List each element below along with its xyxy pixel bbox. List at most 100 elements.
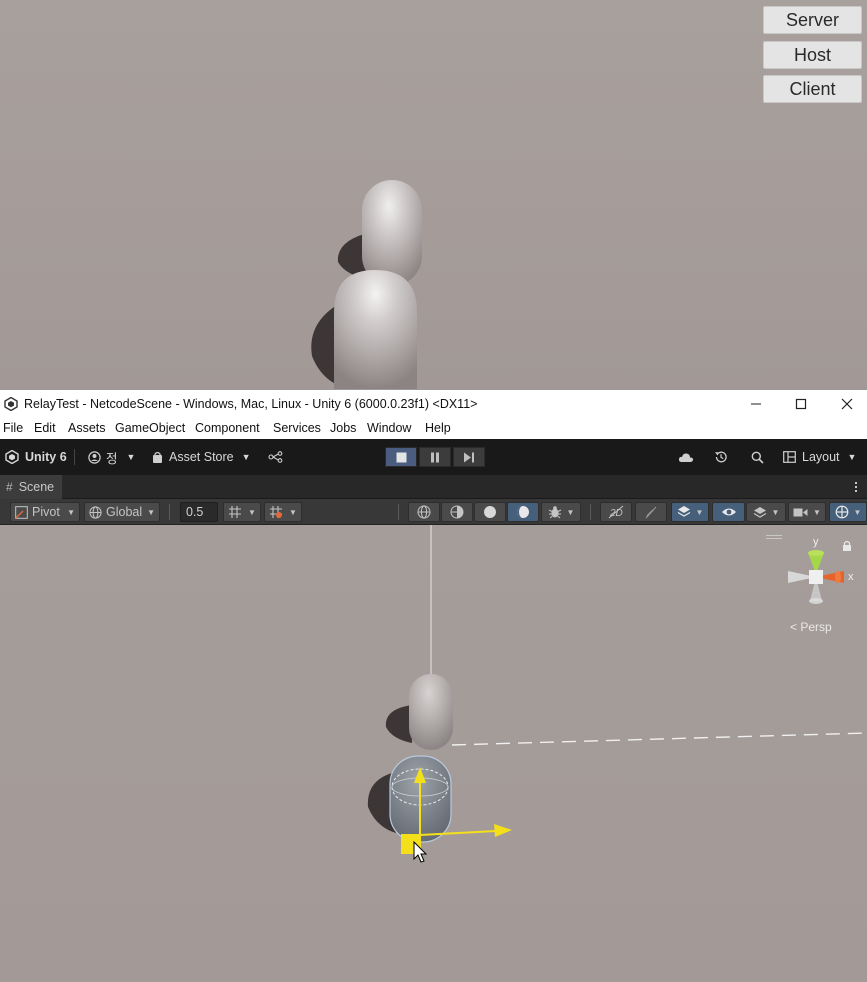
projection-toggle[interactable]: < Persp	[790, 620, 832, 634]
shaded-wire-sphere-icon	[450, 505, 464, 519]
history-button[interactable]	[714, 439, 728, 475]
hash-grid-icon: #	[6, 480, 13, 494]
unity-home-button[interactable]: Unity 6	[5, 439, 67, 475]
menu-assets[interactable]: Assets	[68, 421, 106, 435]
layout-icon	[783, 451, 796, 463]
chevron-down-icon: ▼	[813, 507, 821, 517]
tab-scene-label: Scene	[18, 480, 55, 494]
svg-text:2D: 2D	[609, 508, 623, 519]
layers-dropdown[interactable]: ▼	[746, 502, 786, 522]
effects-dropdown[interactable]: ▼	[671, 502, 709, 522]
persp-icon: <	[790, 620, 798, 634]
menu-edit[interactable]: Edit	[34, 421, 56, 435]
lit-sphere-icon	[517, 506, 529, 518]
chevron-down-icon: ▼	[67, 507, 75, 517]
scene-visibility-toggle[interactable]	[712, 502, 745, 522]
shaded-wireframe-button[interactable]	[441, 502, 473, 522]
gizmo-drag-handle	[766, 538, 782, 539]
gizmos-dropdown[interactable]: ▼	[829, 502, 867, 522]
shaded-button[interactable]	[507, 502, 539, 522]
gizmo-y-cap	[808, 550, 824, 556]
step-button[interactable]	[453, 447, 485, 467]
menu-gameobject[interactable]: GameObject	[115, 421, 185, 435]
chevron-down-icon: ▼	[566, 507, 575, 517]
cloud-button[interactable]	[678, 439, 694, 475]
close-button[interactable]	[824, 390, 867, 418]
client-button[interactable]: Client	[763, 75, 862, 103]
maximize-icon	[795, 398, 807, 410]
chevron-down-icon: ▼	[695, 507, 704, 517]
unity-logo-icon	[4, 397, 18, 411]
chevron-down-icon: ▼	[248, 507, 256, 517]
version-control-button[interactable]	[268, 439, 283, 475]
account-dropdown[interactable]: 정 ▼	[88, 439, 135, 475]
search-icon	[751, 451, 764, 464]
asset-store-dropdown[interactable]: Asset Store ▼	[152, 439, 251, 475]
game-view[interactable]: Server Host Client	[0, 0, 867, 389]
wireframe-sphere-icon	[417, 505, 431, 519]
main-toolbar: Unity 6 정 ▼ Asset Store ▼ Layout ▼	[0, 439, 867, 475]
player-capsule	[334, 270, 417, 389]
toolbar-divider	[169, 504, 170, 520]
dashed-guide-line	[451, 732, 867, 746]
menu-jobs[interactable]: Jobs	[330, 421, 356, 435]
scene-view-render: y x	[367, 525, 867, 863]
tab-scene[interactable]: # Scene	[0, 475, 63, 499]
pivot-dropdown[interactable]: Pivot ▼	[10, 502, 80, 522]
increment-snap-toggle[interactable]: ▼	[264, 502, 302, 522]
menu-window[interactable]: Window	[367, 421, 411, 435]
lock-icon	[843, 545, 851, 551]
menu-component[interactable]: Component	[195, 421, 260, 435]
grid-snap-toggle[interactable]: ▼	[223, 502, 261, 522]
scene-tab-bar: # Scene	[0, 475, 867, 499]
gizmo-x-cap	[835, 571, 841, 583]
history-icon	[715, 451, 727, 463]
toolbar-divider	[590, 504, 591, 520]
pause-button[interactable]	[419, 447, 451, 467]
play-button[interactable]	[385, 447, 417, 467]
snap-increment-field[interactable]: 0.5	[180, 502, 218, 522]
layout-label: Layout	[802, 450, 840, 464]
more-options-icon[interactable]	[851, 479, 861, 495]
gizmo-center-cube[interactable]	[809, 570, 823, 584]
server-button[interactable]: Server	[763, 6, 862, 34]
gizmo-globe-icon	[835, 505, 848, 519]
minimize-button[interactable]	[733, 390, 779, 418]
layers-fx-icon	[677, 506, 690, 517]
chevron-down-icon: ▼	[289, 507, 297, 517]
chevron-down-icon: ▼	[147, 507, 155, 517]
menu-file[interactable]: File	[3, 421, 23, 435]
gizmo-negy-cap	[809, 598, 823, 604]
unlit-shading-button[interactable]	[474, 502, 506, 522]
capsule-shadow	[385, 705, 412, 743]
menu-help[interactable]: Help	[425, 421, 451, 435]
camera-settings-dropdown[interactable]: ▼	[788, 502, 826, 522]
account-icon	[88, 450, 101, 464]
window-titlebar[interactable]: RelayTest - NetcodeScene - Windows, Mac,…	[0, 389, 867, 418]
layout-dropdown[interactable]: Layout ▼	[783, 439, 856, 475]
scene-orientation-gizmo[interactable]: y x	[766, 535, 854, 604]
branch-icon	[268, 451, 283, 463]
cloud-icon	[678, 452, 694, 462]
lighting-toggle-button[interactable]	[635, 502, 667, 522]
scene-view[interactable]: y x < Persp	[0, 525, 867, 982]
global-label: Global	[106, 505, 143, 519]
window-title: RelayTest - NetcodeScene - Windows, Mac,…	[24, 397, 478, 411]
search-button[interactable]	[751, 439, 764, 475]
2d-toggle-button[interactable]: 2D	[600, 502, 632, 522]
pause-icon	[431, 452, 439, 462]
host-button[interactable]: Host	[763, 41, 862, 69]
step-icon	[464, 452, 474, 462]
player-capsule	[409, 674, 453, 750]
toolbar-divider	[398, 504, 399, 520]
eye-icon	[721, 508, 736, 516]
menu-services[interactable]: Services	[273, 421, 321, 435]
global-dropdown[interactable]: Global ▼	[84, 502, 160, 522]
maximize-button[interactable]	[778, 390, 824, 418]
debug-draw-mode-dropdown[interactable]: ▼	[541, 502, 581, 522]
menu-bar: File Edit Assets GameObject Component Se…	[0, 418, 867, 439]
layers-icon	[753, 507, 766, 518]
chevron-down-icon: ▼	[847, 452, 857, 462]
wireframe-shading-button[interactable]	[408, 502, 440, 522]
grid-icon	[229, 506, 242, 518]
